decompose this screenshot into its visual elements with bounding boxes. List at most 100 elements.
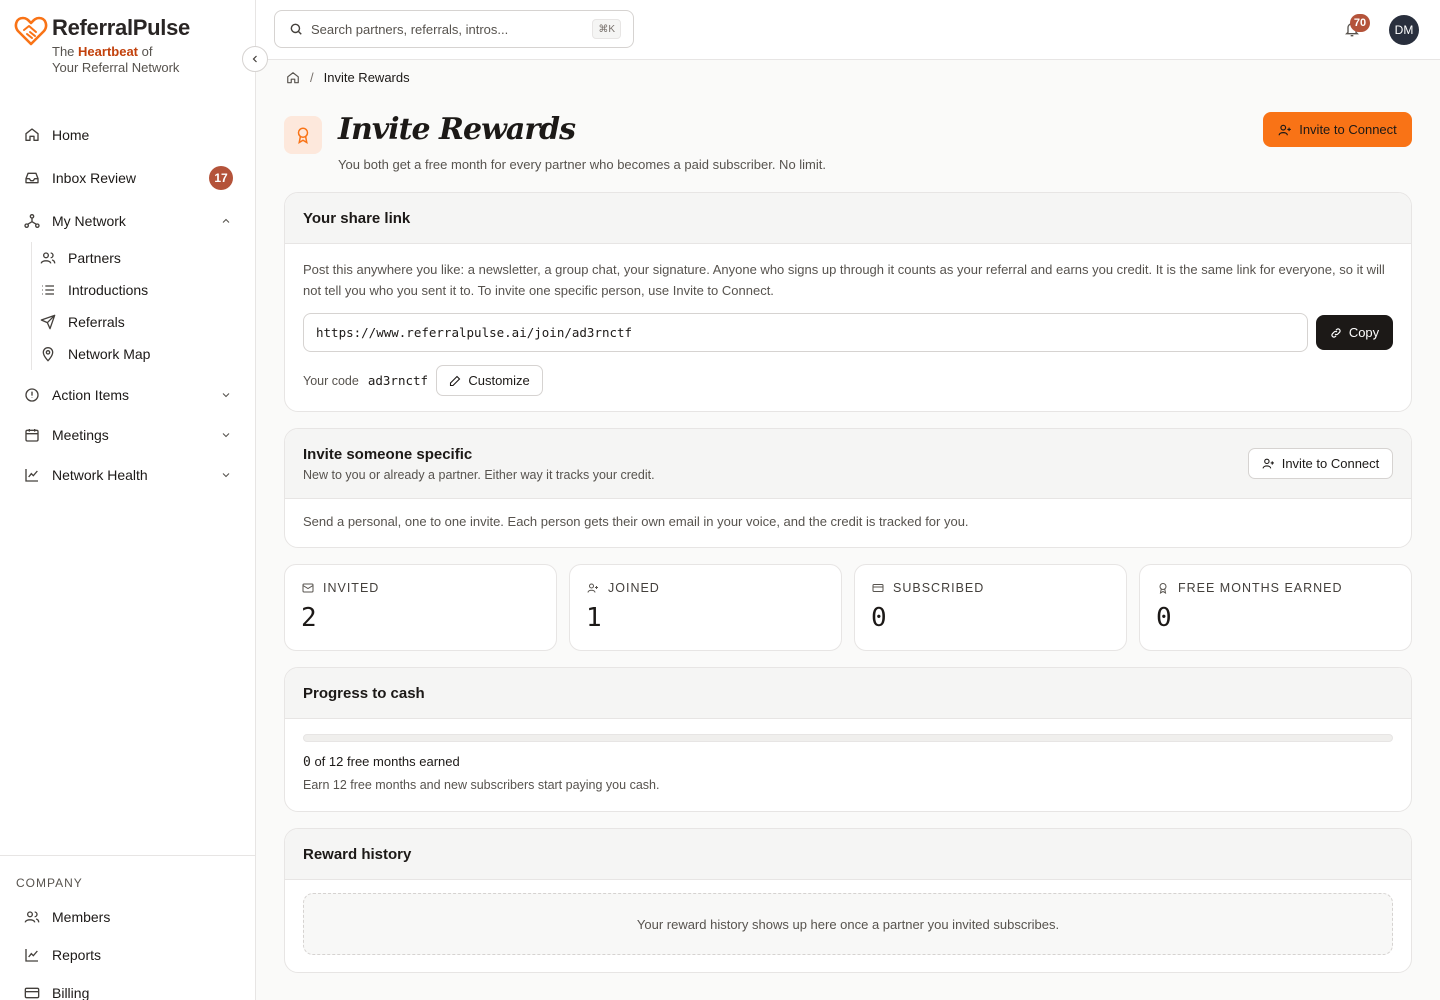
invite-specific-card: Invite someone specific New to you or al… bbox=[284, 428, 1412, 548]
sidebar-item-referrals[interactable]: Referrals bbox=[34, 307, 240, 337]
link-icon bbox=[1330, 327, 1349, 339]
sidebar-item-home[interactable]: Home bbox=[16, 117, 240, 153]
chart-line-icon bbox=[24, 467, 40, 483]
sidebar-item-inbox-review[interactable]: Inbox Review 17 bbox=[16, 160, 240, 196]
tagline-prefix: The bbox=[52, 44, 75, 59]
search-icon bbox=[289, 22, 303, 36]
sidebar-item-network-map[interactable]: Network Map bbox=[34, 339, 240, 369]
network-icon bbox=[24, 213, 40, 229]
home-icon bbox=[24, 127, 40, 143]
sidebar-item-action-items[interactable]: Action Items bbox=[16, 377, 240, 413]
stat-value: 1 bbox=[586, 603, 602, 633]
sidebar-item-members[interactable]: Members bbox=[16, 899, 240, 935]
users-icon bbox=[40, 250, 56, 266]
sidebar-item-billing[interactable]: Billing bbox=[16, 975, 240, 1000]
send-icon bbox=[40, 314, 56, 330]
chevron-left-icon bbox=[249, 53, 261, 65]
card-header: Your share link bbox=[285, 193, 1411, 244]
stat-card-free-months: FREE MONTHS EARNED 0 bbox=[1139, 564, 1412, 651]
button-label: Invite to Connect bbox=[1299, 122, 1397, 137]
submenu-divider bbox=[31, 242, 32, 370]
chevron-down-icon[interactable] bbox=[220, 389, 232, 401]
card-header: Invite someone specific New to you or al… bbox=[285, 429, 1411, 499]
sidebar-item-my-network[interactable]: My Network bbox=[16, 203, 240, 239]
map-pin-icon bbox=[40, 346, 56, 362]
sidebar-item-partners[interactable]: Partners bbox=[34, 243, 240, 273]
stat-label-text: INVITED bbox=[323, 581, 380, 595]
sidebar-item-label: Billing bbox=[52, 985, 90, 1000]
card-title: Reward history bbox=[303, 845, 412, 863]
progress-note: Earn 12 free months and new subscribers … bbox=[303, 778, 660, 792]
stat-value: 0 bbox=[871, 603, 887, 633]
breadcrumb-separator: / bbox=[310, 70, 314, 85]
topbar: ⌘K 70 DM bbox=[256, 0, 1440, 60]
sidebar-item-meetings[interactable]: Meetings bbox=[16, 417, 240, 453]
sidebar-item-introductions[interactable]: Introductions bbox=[34, 275, 240, 305]
award-icon bbox=[284, 116, 322, 154]
stat-label: FREE MONTHS EARNED bbox=[1157, 581, 1343, 595]
progress-summary: 0 of 12 free months earned bbox=[303, 754, 460, 770]
sidebar-item-network-health[interactable]: Network Health bbox=[16, 457, 240, 493]
sidebar-subitem-label: Partners bbox=[68, 250, 121, 266]
referral-code-row: Your code ad3rnctf Customize bbox=[303, 365, 544, 396]
copy-button[interactable]: Copy bbox=[1316, 315, 1393, 350]
home-icon[interactable] bbox=[286, 71, 300, 85]
card-header: Reward history bbox=[285, 829, 1411, 880]
progress-suffix: free months earned bbox=[347, 754, 460, 769]
credit-card-icon bbox=[872, 582, 893, 594]
company-section-label: COMPANY bbox=[16, 876, 83, 890]
sidebar-item-label: My Network bbox=[52, 213, 126, 229]
list-icon bbox=[40, 282, 56, 298]
invite-to-connect-button[interactable]: Invite to Connect bbox=[1263, 112, 1412, 147]
card-header: Progress to cash bbox=[285, 668, 1411, 719]
customize-button[interactable]: Customize bbox=[436, 365, 544, 396]
chart-line-icon bbox=[24, 947, 40, 963]
sidebar-collapse-button[interactable] bbox=[242, 46, 268, 72]
chevron-down-icon[interactable] bbox=[220, 469, 232, 481]
award-icon bbox=[1157, 582, 1178, 594]
sidebar-item-label: Reports bbox=[52, 947, 102, 963]
chevron-down-icon[interactable] bbox=[220, 429, 232, 441]
breadcrumb-current: Invite Rewards bbox=[323, 70, 410, 85]
sidebar: ReferralPulse The Heartbeat of Your Refe… bbox=[0, 0, 256, 1000]
brand-logo[interactable]: ReferralPulse bbox=[14, 14, 190, 48]
sidebar-item-label: Meetings bbox=[52, 427, 109, 443]
reward-history-card: Reward history Your reward history shows… bbox=[284, 828, 1412, 973]
user-plus-icon bbox=[1262, 457, 1282, 470]
reward-history-empty-state: Your reward history shows up here once a… bbox=[303, 893, 1393, 955]
sidebar-subitem-label: Referrals bbox=[68, 314, 125, 330]
stat-card-subscribed: SUBSCRIBED 0 bbox=[854, 564, 1127, 651]
card-title: Invite someone specific bbox=[303, 446, 473, 463]
stat-label: INVITED bbox=[302, 581, 379, 595]
share-link-field[interactable]: https://www.referralpulse.ai/join/ad3rnc… bbox=[303, 313, 1308, 352]
sidebar-item-reports[interactable]: Reports bbox=[16, 937, 240, 973]
progress-earned: 0 bbox=[303, 755, 311, 770]
chevron-up-icon[interactable] bbox=[220, 215, 232, 227]
page-subtitle: You both get a free month for every part… bbox=[338, 157, 827, 172]
search-box[interactable]: ⌘K bbox=[274, 10, 634, 48]
card-subtitle: New to you or already a partner. Either … bbox=[303, 468, 655, 482]
stat-label: SUBSCRIBED bbox=[872, 581, 984, 595]
tagline-highlight: Heartbeat bbox=[78, 44, 138, 59]
page-title: Invite Rewards bbox=[338, 112, 576, 147]
notification-count-badge: 70 bbox=[1350, 14, 1370, 32]
stat-card-invited: INVITED 2 bbox=[284, 564, 557, 651]
button-label: Copy bbox=[1348, 325, 1380, 340]
brand-name: ReferralPulse bbox=[52, 15, 190, 40]
sidebar-divider bbox=[0, 855, 256, 856]
inbox-icon bbox=[24, 170, 40, 186]
card-title: Progress to cash bbox=[303, 684, 425, 702]
tagline-line2: Your Referral Network bbox=[52, 60, 180, 75]
search-input[interactable] bbox=[311, 21, 581, 37]
mail-icon bbox=[302, 582, 323, 594]
progress-card: Progress to cash 0 of 12 free months ear… bbox=[284, 667, 1412, 812]
stat-label-text: FREE MONTHS EARNED bbox=[1178, 581, 1343, 595]
button-label: Customize bbox=[468, 373, 530, 388]
avatar[interactable]: DM bbox=[1389, 15, 1419, 45]
card-title: Your share link bbox=[303, 209, 411, 227]
invite-to-connect-secondary-button[interactable]: Invite to Connect bbox=[1248, 448, 1393, 479]
stat-label: JOINED bbox=[587, 581, 660, 595]
progress-bar bbox=[303, 734, 1393, 742]
share-link-description: Post this anywhere you like: a newslette… bbox=[303, 262, 1385, 298]
sidebar-item-label: Network Health bbox=[52, 467, 148, 483]
